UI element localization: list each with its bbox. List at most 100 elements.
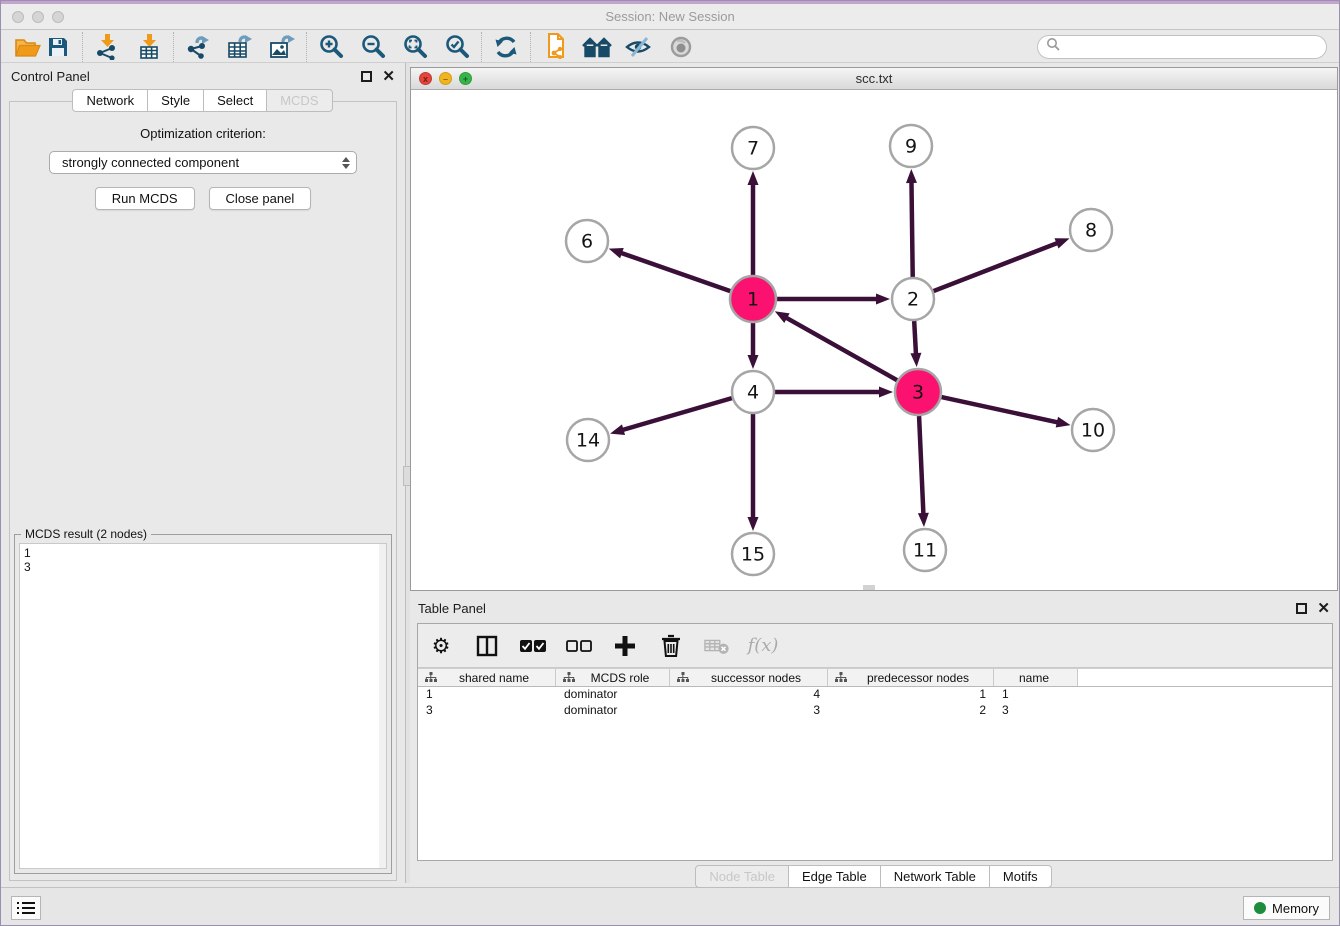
column-type-icon xyxy=(425,672,437,683)
graph-edge[interactable] xyxy=(914,321,916,356)
export-network-icon[interactable] xyxy=(183,33,213,61)
table-row[interactable]: 3dominator323 xyxy=(418,703,1332,719)
close-panel-icon[interactable]: ✕ xyxy=(382,71,395,82)
toolbar-separator xyxy=(173,32,174,62)
result-scrollbar[interactable] xyxy=(379,544,386,868)
zoom-selected-icon[interactable] xyxy=(442,33,472,61)
table-cell[interactable]: 3 xyxy=(670,703,828,719)
memory-button[interactable]: Memory xyxy=(1243,896,1330,920)
table-panel-title: Table Panel xyxy=(418,601,486,616)
add-icon[interactable] xyxy=(612,631,638,661)
graph-node-label: 15 xyxy=(741,544,765,566)
graph-node-label: 2 xyxy=(907,289,919,311)
eye-disabled-icon xyxy=(666,33,696,61)
zoom-out-icon[interactable] xyxy=(358,33,388,61)
columns-icon[interactable] xyxy=(474,631,500,661)
column-header-shared-name[interactable]: shared name xyxy=(418,669,556,686)
close-table-panel-icon[interactable]: ✕ xyxy=(1317,603,1330,614)
task-history-button[interactable] xyxy=(11,896,41,920)
graph-edge[interactable] xyxy=(621,398,732,430)
search-input[interactable] xyxy=(1037,35,1327,59)
export-image-icon[interactable] xyxy=(267,33,297,61)
graph-edge-arrowhead xyxy=(879,387,893,398)
mcds-result-group: MCDS result (2 nodes) 1 3 xyxy=(14,534,392,874)
deselect-all-icon[interactable] xyxy=(566,631,592,661)
graph-edge[interactable] xyxy=(934,242,1060,291)
float-panel-icon[interactable] xyxy=(361,71,372,82)
optimization-criterion-label: Optimization criterion: xyxy=(10,126,396,141)
column-header-name[interactable]: name xyxy=(994,669,1078,686)
clone-network-icon[interactable] xyxy=(540,33,570,61)
table-body[interactable]: 1dominator4113dominator323 xyxy=(418,687,1332,719)
graph-edge-arrowhead xyxy=(1055,238,1070,248)
graph-edge-arrowhead xyxy=(748,171,759,185)
tab-network[interactable]: Network xyxy=(72,89,148,112)
graph-edge[interactable] xyxy=(911,180,912,277)
table-cell[interactable]: 1 xyxy=(418,687,556,703)
zoom-fit-icon[interactable] xyxy=(400,33,430,61)
table-cell[interactable]: 1 xyxy=(828,687,994,703)
tab-mcds[interactable]: MCDS xyxy=(266,89,332,112)
graph-edge[interactable] xyxy=(784,317,897,381)
tab-node-table[interactable]: Node Table xyxy=(695,865,789,888)
network-close-button[interactable]: x xyxy=(419,72,432,85)
hide-details-icon[interactable] xyxy=(624,33,654,61)
tab-edge-table[interactable]: Edge Table xyxy=(788,865,881,888)
home-icon[interactable] xyxy=(582,33,612,61)
node-table-container: ⚙ f(x) shared name xyxy=(417,623,1333,861)
table-cell[interactable]: dominator xyxy=(556,703,670,719)
select-all-icon[interactable] xyxy=(520,631,546,661)
close-panel-button[interactable]: Close panel xyxy=(209,187,312,210)
refresh-icon[interactable] xyxy=(491,33,521,61)
table-cell[interactable]: dominator xyxy=(556,687,670,703)
import-table-icon[interactable] xyxy=(134,33,164,61)
table-cell[interactable]: 1 xyxy=(994,687,1078,703)
table-header-row: shared name MCDS role successor nodes pr… xyxy=(418,668,1332,687)
table-toolbar: ⚙ f(x) xyxy=(418,624,1332,668)
delete-icon[interactable] xyxy=(658,631,684,661)
open-folder-icon[interactable] xyxy=(13,33,43,61)
table-row[interactable]: 1dominator411 xyxy=(418,687,1332,703)
zoom-in-icon[interactable] xyxy=(316,33,346,61)
graph-edge[interactable] xyxy=(619,252,730,291)
graph-edge[interactable] xyxy=(919,416,923,516)
graph-edge-arrowhead xyxy=(876,294,890,305)
delete-column-icon xyxy=(704,631,730,661)
import-network-icon[interactable] xyxy=(92,33,122,61)
table-cell[interactable]: 3 xyxy=(994,703,1078,719)
column-header-successor-nodes[interactable]: successor nodes xyxy=(670,669,828,686)
run-mcds-button[interactable]: Run MCDS xyxy=(95,187,195,210)
column-header-mcds-role[interactable]: MCDS role xyxy=(556,669,670,686)
mcds-result-text[interactable]: 1 3 xyxy=(19,543,387,869)
graph-node-label: 10 xyxy=(1081,420,1105,442)
graph-node-label: 4 xyxy=(747,382,759,404)
table-cell[interactable]: 2 xyxy=(828,703,994,719)
table-cell[interactable]: 4 xyxy=(670,687,828,703)
canvas-scroll-thumb[interactable] xyxy=(863,585,875,590)
gear-icon[interactable]: ⚙ xyxy=(428,631,454,661)
graph-node-label: 1 xyxy=(747,289,759,311)
criterion-dropdown[interactable]: strongly connected component xyxy=(49,151,357,174)
float-table-panel-icon[interactable] xyxy=(1296,603,1307,614)
network-view-window: x – + scc.txt 7968124314101511 xyxy=(410,67,1338,591)
network-window-titlebar[interactable]: x – + scc.txt xyxy=(411,68,1337,90)
save-icon[interactable] xyxy=(43,33,73,61)
graph-node-label: 6 xyxy=(581,231,593,253)
network-canvas[interactable]: 7968124314101511 xyxy=(411,90,1337,590)
network-window-title: scc.txt xyxy=(411,71,1337,86)
network-minimize-button[interactable]: – xyxy=(439,72,452,85)
export-table-icon[interactable] xyxy=(225,33,255,61)
network-maximize-button[interactable]: + xyxy=(459,72,472,85)
table-cell[interactable]: 3 xyxy=(418,703,556,719)
table-panel: Table Panel ✕ ⚙ xyxy=(410,596,1338,889)
graph-edge[interactable] xyxy=(941,397,1059,423)
tab-network-table[interactable]: Network Table xyxy=(880,865,990,888)
toolbar-separator xyxy=(82,32,83,62)
tab-motifs[interactable]: Motifs xyxy=(989,865,1052,888)
toolbar-separator xyxy=(306,32,307,62)
tab-style[interactable]: Style xyxy=(147,89,204,112)
column-header-predecessor-nodes[interactable]: predecessor nodes xyxy=(828,669,994,686)
toolbar-separator xyxy=(530,32,531,62)
tab-select[interactable]: Select xyxy=(203,89,267,112)
criterion-dropdown-value: strongly connected component xyxy=(62,155,239,170)
